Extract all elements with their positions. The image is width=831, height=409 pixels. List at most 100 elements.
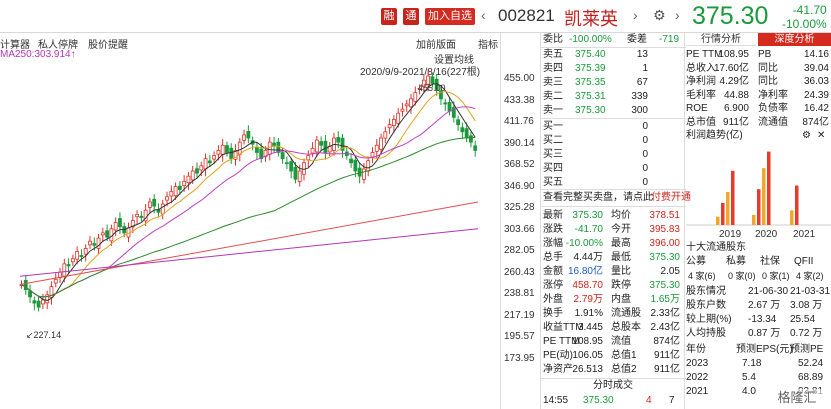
stat-label: 涨幅 [543, 238, 563, 249]
stat-label: 最新 [543, 210, 563, 221]
candle-body [336, 137, 341, 143]
shareholder-cell: 股东户数 [686, 300, 726, 311]
chevron-right-icon[interactable]: › [675, 7, 680, 23]
shareholder-cell: 25.54 [790, 314, 816, 325]
candle-body [319, 141, 324, 146]
holder-count: 0 家(0) [728, 271, 756, 281]
add-watchlist-button[interactable]: 加入自选 [425, 8, 475, 25]
metric-value: 874亿 [802, 116, 829, 128]
holder-type: 公募 [686, 256, 706, 267]
candle-body [443, 102, 448, 105]
ask-label: 卖三 [543, 77, 563, 88]
candle-body [173, 186, 178, 197]
profit-bar [726, 191, 730, 225]
ask-price[interactable]: 375.35 [575, 76, 606, 90]
metric-value: 24.39 [803, 89, 829, 101]
profit-bar [795, 185, 799, 225]
tick-time: 14:55 [543, 395, 569, 406]
shareholder-cell: 21-06-30 [748, 286, 789, 297]
high-price-marker: 455.00 [418, 83, 446, 93]
profit-bar [790, 210, 794, 225]
stat-value: 2.43亿 [650, 322, 680, 333]
candle-body [400, 108, 405, 112]
holder-type: 私募 [726, 256, 746, 267]
ask-label: 卖二 [543, 91, 563, 102]
candle-body [139, 215, 144, 218]
order-book: 委比 -100.00% 委差 -719 卖五 375.40 13 卖四 375.39 1 卖… [540, 33, 691, 409]
ask-volume: 1 [642, 63, 648, 74]
bid-label: 买二 [543, 135, 563, 146]
candle-body [391, 119, 396, 126]
candle-body [135, 213, 139, 218]
forecast-cell: 4.0 [742, 386, 756, 397]
header-bar: 融 通 加入自选 ‹ 002821 凯莱英 › ⚙ › 375.30 -41.7… [0, 0, 831, 33]
ask-volume: 339 [631, 91, 648, 102]
profit-bar [762, 168, 766, 225]
candle-body [387, 124, 392, 129]
ticks-title: 分时成交 [593, 380, 633, 391]
analysis-panel: 行情分析 深度分析 PE TTM 108.95 PB 14.16 总收入 17.60亿 同比… [686, 33, 831, 409]
weicha-value: -719 [659, 34, 680, 45]
year-label: 2020 [755, 229, 778, 240]
price-change: -41.70 -10.00% [782, 3, 827, 31]
stat-label: 总股本 [611, 322, 641, 333]
metric-label: 净利润 [686, 76, 716, 87]
candle-body [464, 128, 469, 139]
stat-value: 1.65万 [650, 294, 680, 305]
tab-deep-analysis[interactable]: 深度分析 [758, 33, 831, 46]
candle-body [460, 127, 465, 133]
price-axis: 455.00 433.38 411.76 390.14 368.52 346.90 325.… [500, 33, 540, 409]
forecast-cell: 68.89 [798, 372, 824, 383]
change-percent: -10.00% [782, 17, 827, 31]
stat-label: 净资产 [543, 364, 573, 375]
tab-market-analysis[interactable]: 行情分析 [686, 33, 756, 46]
axis-tick-label: 368.52 [504, 159, 535, 170]
ask-label: 卖四 [543, 63, 563, 74]
forecast-header: 预测EPS(元) [736, 344, 793, 355]
stat-label: 总值1 [611, 350, 637, 361]
stat-value: -10.00% [565, 238, 603, 249]
candle-body [374, 144, 379, 152]
candle-body [306, 155, 311, 161]
settings-icon[interactable]: ⚙ [653, 7, 666, 24]
candle-body [366, 160, 371, 172]
kline-chart[interactable]: 计算器 私人停牌 股价提醒 加前版面 指标 MA250:303.914↑ 设置均… [0, 33, 500, 409]
settings-icon[interactable]: ⚙ [802, 129, 811, 143]
forecast-cell: 2022 [686, 372, 709, 383]
ask-price[interactable]: 375.30 [575, 104, 606, 118]
candle-body [246, 131, 251, 139]
candle-body [293, 166, 298, 180]
candle-body [396, 112, 401, 124]
stat-value: 3.445 [577, 322, 603, 333]
ma-line [21, 83, 476, 301]
candle-body [280, 152, 285, 160]
axis-tick-label: 325.28 [504, 202, 535, 213]
candle-body [152, 198, 157, 207]
axis-tick-label: 390.14 [504, 137, 535, 149]
candle-body [353, 159, 358, 172]
bid-volume: 0 [642, 121, 648, 132]
stat-value: 396.00 [649, 238, 680, 249]
ask-volume: 13 [636, 49, 648, 60]
candle-body [79, 255, 84, 257]
ask-price[interactable]: 375.31 [575, 90, 606, 104]
stock-quote-window: 融 通 加入自选 ‹ 002821 凯莱英 › ⚙ › 375.30 -41.7… [0, 0, 831, 409]
candle-body [284, 162, 289, 165]
profit-bar [716, 216, 720, 225]
candle-body [413, 92, 418, 102]
bid-volume: 0 [642, 149, 648, 160]
candle-body [36, 300, 41, 308]
metric-label: 同比 [758, 76, 778, 87]
metric-label: PB [758, 49, 772, 60]
ask-price[interactable]: 375.40 [575, 48, 606, 62]
candle-body [32, 300, 37, 304]
connect-badge[interactable]: 通 [403, 8, 419, 25]
margin-badge[interactable]: 融 [381, 8, 397, 25]
pay-unlock-link[interactable]: 付费开通 [651, 191, 691, 205]
prev-stock-icon[interactable]: ‹ [481, 7, 486, 23]
stat-label: 总值2 [611, 364, 637, 375]
close-icon[interactable]: ✕ [817, 129, 825, 143]
candle-body [148, 201, 152, 208]
ask-price[interactable]: 375.39 [575, 62, 606, 76]
next-stock-icon[interactable]: › [633, 7, 638, 23]
